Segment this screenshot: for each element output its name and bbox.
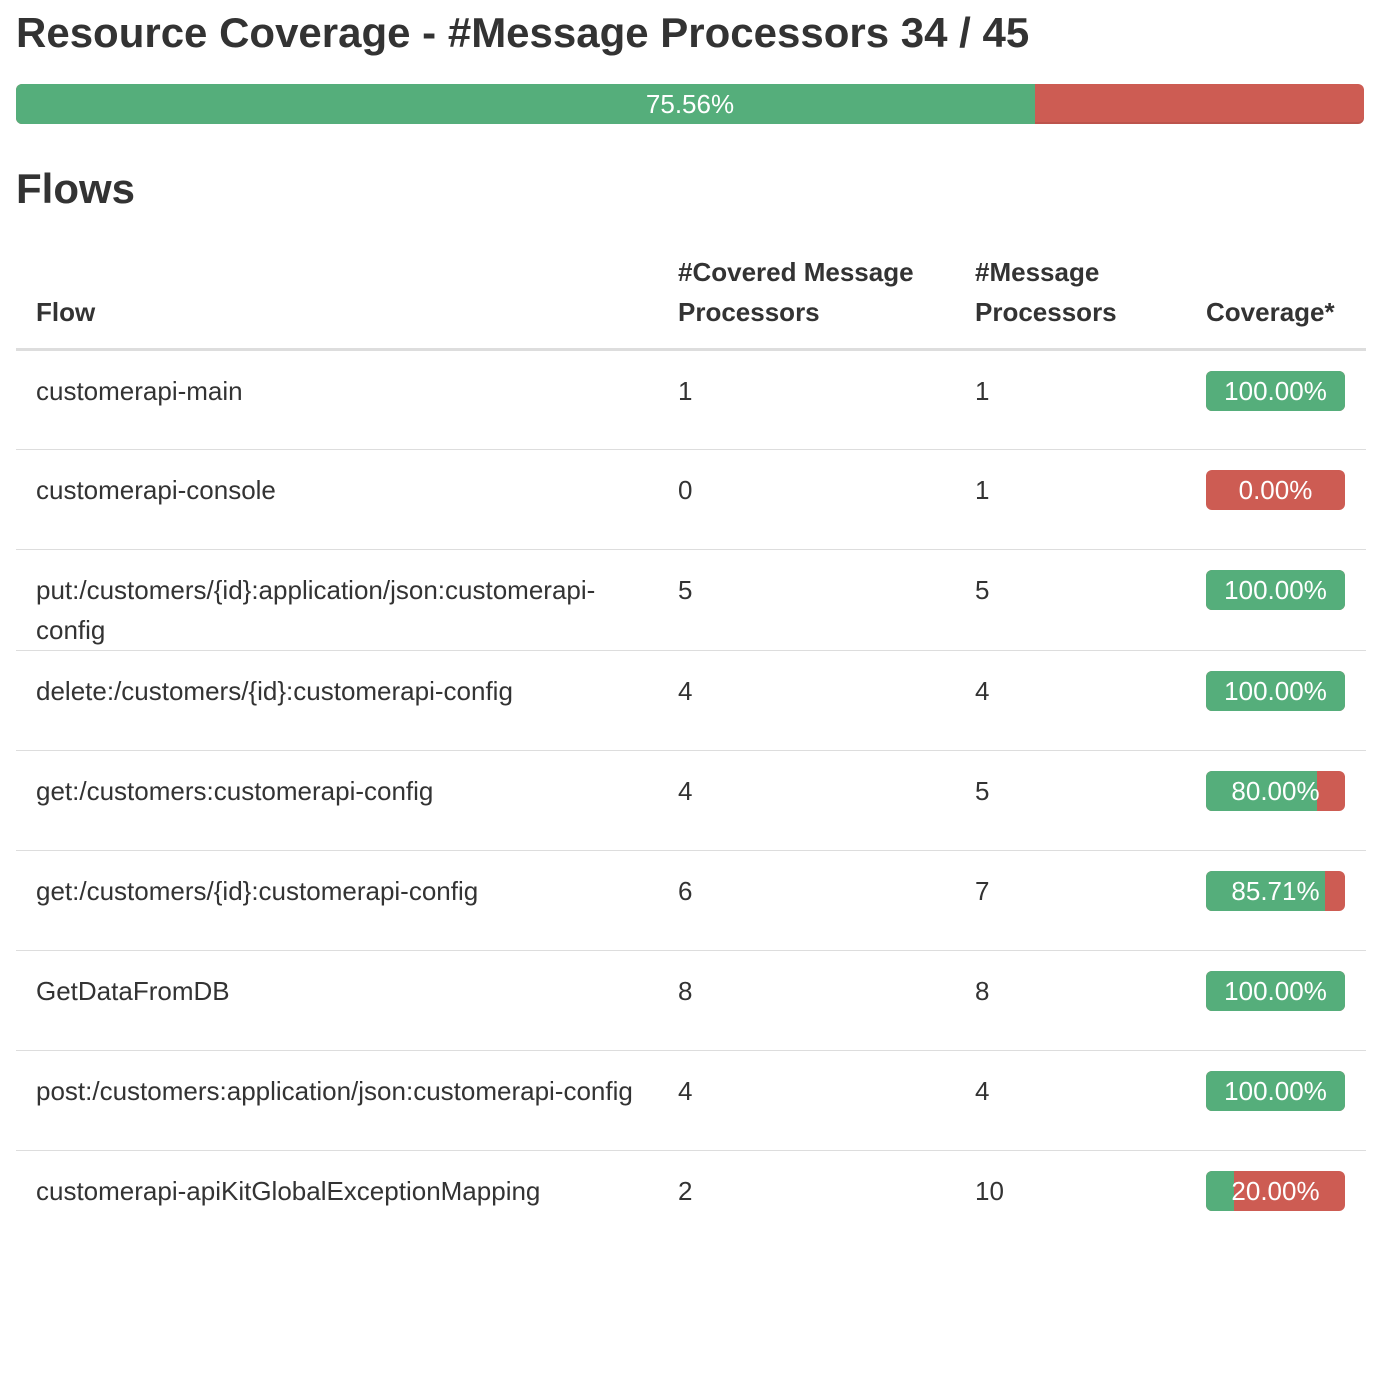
coverage-progress-bar: 100.00% (1206, 1071, 1345, 1111)
table-row: post:/customers:application/json:custome… (16, 1050, 1366, 1151)
coverage-progress-label: 85.71% (1231, 876, 1320, 906)
coverage-progress-bar: 0.00% (1206, 470, 1345, 510)
coverage-progress-label: 100.00% (1224, 575, 1327, 605)
summary-progress-bar: 75.56% (16, 84, 1364, 124)
header-message-processors: #Message Processors (955, 252, 1186, 351)
coverage-progress-bar: 100.00% (1206, 570, 1345, 610)
coverage-cell: 85.71% (1186, 850, 1366, 951)
covered-count-cell: 6 (658, 850, 955, 951)
table-row: get:/customers/{id}:customerapi-config 6 7… (16, 850, 1366, 951)
flow-name-cell: GetDataFromDB (16, 950, 658, 1051)
coverage-progress-label: 80.00% (1231, 776, 1320, 806)
flow-name-cell: get:/customers/{id}:customerapi-config (16, 850, 658, 951)
coverage-cell: 0.00% (1186, 449, 1366, 550)
table-header-row: Flow #Covered Message Processors #Messag… (16, 252, 1366, 351)
coverage-cell: 100.00% (1186, 349, 1366, 450)
table-row: customerapi-apiKitGlobalExceptionMapping… (16, 1151, 1366, 1251)
flow-name-cell: customerapi-apiKitGlobalExceptionMapping (36, 1176, 541, 1206)
table-row: get:/customers:customerapi-config 4 5 80.00… (16, 750, 1366, 851)
processor-count-cell: 10 (975, 1176, 1004, 1206)
flow-name-cell: get:/customers:customerapi-config (16, 750, 658, 851)
covered-count-cell: 1 (658, 349, 955, 450)
flows-section-title: Flows (16, 165, 136, 212)
coverage-cell: 100.00% (1186, 549, 1366, 651)
coverage-progress-bar: 20.00% (1206, 1171, 1345, 1211)
processor-count-cell: 5 (955, 750, 1186, 851)
header-coverage: Coverage* (1186, 252, 1366, 351)
coverage-progress-bar: 80.00% (1206, 771, 1345, 811)
coverage-progress-label: 100.00% (1224, 1076, 1327, 1106)
covered-count-cell: 0 (658, 449, 955, 550)
table-row: delete:/customers/{id}:customerapi-confi… (16, 650, 1366, 751)
covered-count-cell: 4 (658, 650, 955, 751)
covered-count-cell: 4 (658, 750, 955, 851)
summary-progress-label: 75.56% (645, 89, 735, 119)
covered-count-cell: 4 (658, 1050, 955, 1151)
processor-count-cell: 4 (955, 650, 1186, 751)
coverage-cell: 80.00% (1186, 750, 1366, 851)
table-row: put:/customers/{id}:application/json:cus… (16, 549, 1366, 651)
page-title: Resource Coverage - #Message Processors … (16, 9, 1030, 56)
flow-name-cell: delete:/customers/{id}:customerapi-confi… (16, 650, 658, 751)
processor-count-cell: 1 (955, 449, 1186, 550)
flows-table: Flow #Covered Message Processors #Messag… (16, 252, 1366, 1251)
processor-count-cell: 4 (955, 1050, 1186, 1151)
coverage-progress-label: 100.00% (1224, 676, 1327, 706)
processor-count-cell: 7 (955, 850, 1186, 951)
flow-name-cell: put:/customers/{id}:application/json:cus… (16, 549, 658, 651)
coverage-progress-bar: 85.71% (1206, 871, 1345, 911)
coverage-progress-label: 100.00% (1224, 376, 1327, 406)
coverage-progress-label: 0.00% (1238, 475, 1313, 505)
flow-name-cell: customerapi-main (16, 349, 658, 450)
table-row: customerapi-main 1 1 100.00% (16, 349, 1366, 450)
processor-count-cell: 5 (955, 549, 1186, 651)
flow-name-cell: customerapi-console (16, 449, 658, 550)
coverage-cell: 100.00% (1186, 1050, 1366, 1151)
coverage-progress-bar: 100.00% (1206, 671, 1345, 711)
processor-count-cell: 8 (955, 950, 1186, 1051)
flow-name-cell: post:/customers:application/json:custome… (16, 1050, 658, 1151)
coverage-report: Resource Coverage - #Message Processors … (0, 0, 1380, 1251)
coverage-progress-label: 100.00% (1224, 976, 1327, 1006)
coverage-cell: 100.00% (1186, 650, 1366, 751)
covered-count-cell: 2 (678, 1176, 693, 1206)
header-covered-processors: #Covered Message Processors (658, 252, 955, 351)
coverage-progress-bar: 100.00% (1206, 371, 1345, 411)
covered-count-cell: 8 (658, 950, 955, 1051)
table-row: customerapi-console 0 1 0.00% (16, 449, 1366, 550)
coverage-progress-label: 20.00% (1231, 1176, 1320, 1206)
coverage-cell: 20.00% (1186, 1151, 1366, 1251)
coverage-cell: 100.00% (1186, 950, 1366, 1051)
header-flow: Flow (16, 252, 658, 351)
processor-count-cell: 1 (955, 349, 1186, 450)
flows-table-body: customerapi-main 1 1 100.00% customerapi-con… (16, 349, 1366, 1251)
covered-count-cell: 5 (658, 549, 955, 651)
coverage-progress-bar: 100.00% (1206, 971, 1345, 1011)
table-row: GetDataFromDB 8 8 100.00% (16, 950, 1366, 1051)
